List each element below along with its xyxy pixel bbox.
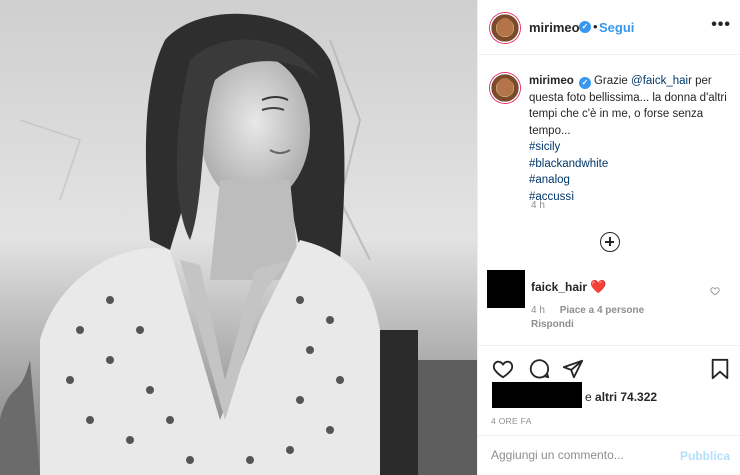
caption-text: mirimeo ✓ Grazie @faick_hair per questa f… xyxy=(529,73,729,205)
author-avatar[interactable] xyxy=(489,12,521,44)
comment-line: faick_hair ❤️ xyxy=(531,279,607,295)
follow-button[interactable]: Segui xyxy=(599,20,634,35)
photo-illustration xyxy=(0,0,477,475)
publish-button[interactable]: Pubblica xyxy=(680,449,730,463)
commenter-username[interactable]: faick_hair xyxy=(531,280,587,294)
bookmark-icon[interactable] xyxy=(710,358,730,380)
post-age: 4 ORE FA xyxy=(491,416,532,426)
caption-username[interactable]: mirimeo xyxy=(529,75,574,87)
hashtag[interactable]: #blackandwhite xyxy=(529,156,729,173)
hashtag[interactable]: #analog xyxy=(529,172,729,189)
caption-avatar[interactable] xyxy=(489,72,521,104)
instagram-post: mirimeo ✓ • Segui ••• mirimeo ✓ Grazie @f… xyxy=(0,0,740,475)
action-bar: e altri 74.322 4 ORE FA Pubblica xyxy=(478,345,740,475)
likes-others[interactable]: altri 74.322 xyxy=(595,390,657,404)
comment-input[interactable] xyxy=(491,448,671,462)
caption-verified-badge-icon: ✓ xyxy=(578,77,591,89)
author-username[interactable]: mirimeo xyxy=(529,20,580,35)
likes-count[interactable]: e altri 74.322 xyxy=(585,390,657,404)
commenter-avatar[interactable] xyxy=(487,270,525,308)
plus-circle-icon[interactable] xyxy=(600,232,620,252)
hashtag[interactable]: #accussì xyxy=(529,189,729,206)
comment-meta: 4 h Piace a 4 persone xyxy=(531,305,656,316)
liked-by-redacted[interactable] xyxy=(492,382,582,408)
hashtag[interactable]: #sicily xyxy=(529,139,729,156)
caption-timestamp[interactable]: 4 h xyxy=(531,200,545,211)
heart-icon[interactable] xyxy=(492,358,514,380)
heart-emoji: ❤️ xyxy=(590,279,607,294)
share-icon[interactable] xyxy=(562,358,584,380)
caption-text-before: Grazie xyxy=(593,75,632,87)
heart-outline-icon[interactable] xyxy=(710,286,720,296)
comment-icon[interactable] xyxy=(528,358,550,380)
likes-prefix: e xyxy=(585,390,592,404)
post-photo[interactable] xyxy=(0,0,477,475)
post-header: mirimeo ✓ • Segui ••• xyxy=(478,0,740,55)
comment-timestamp[interactable]: 4 h xyxy=(531,305,545,316)
comment-form: Pubblica xyxy=(478,435,740,475)
post-sidebar: mirimeo ✓ • Segui ••• mirimeo ✓ Grazie @f… xyxy=(477,0,740,475)
separator-dot: • xyxy=(593,19,598,34)
caption-mention[interactable]: @faick_hair xyxy=(631,75,692,87)
reply-button[interactable]: Rispondi xyxy=(531,319,574,330)
more-options-icon[interactable]: ••• xyxy=(711,16,731,34)
comment-likes[interactable]: Piace a 4 persone xyxy=(560,305,645,316)
verified-badge-icon: ✓ xyxy=(579,21,591,33)
